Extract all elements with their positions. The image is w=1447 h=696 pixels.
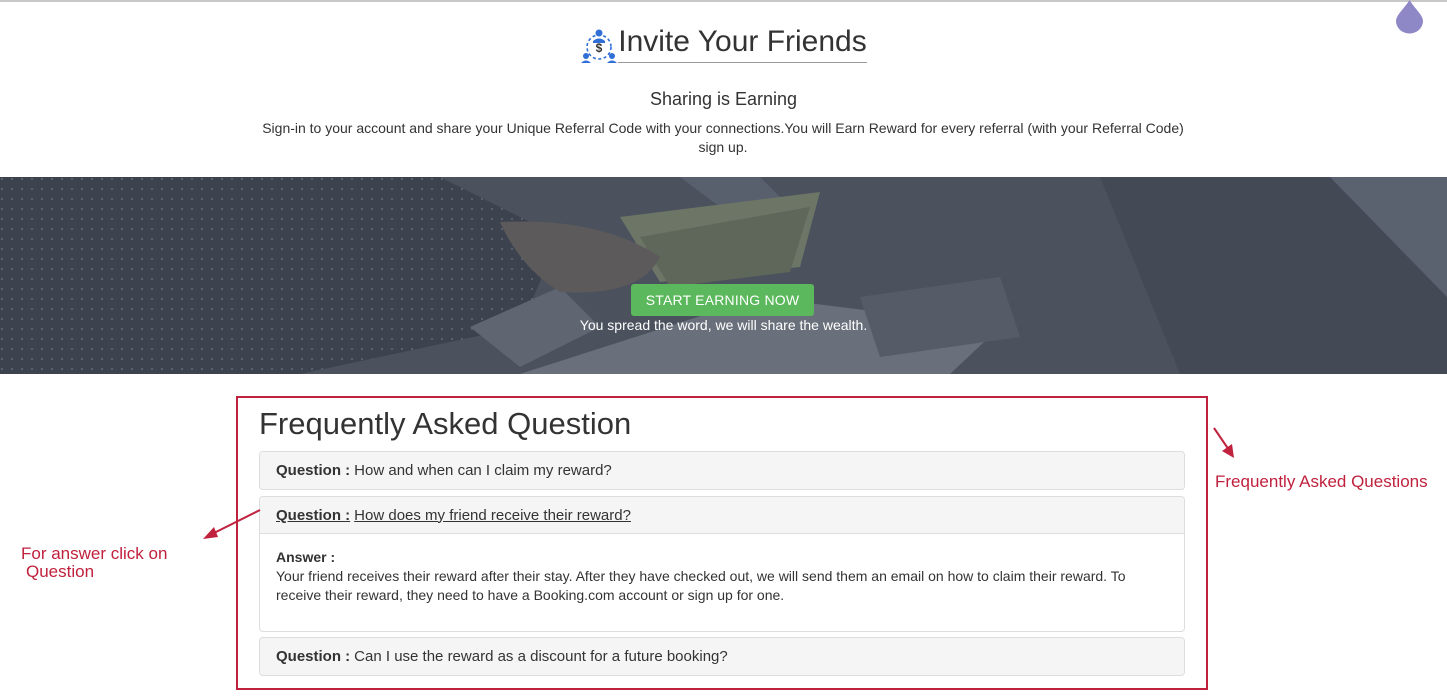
- faq-item[interactable]: Question : How and when can I claim my r…: [259, 451, 1185, 490]
- page-description: Sign-in to your account and share your U…: [262, 120, 1184, 155]
- start-earning-button[interactable]: START EARNING NOW: [631, 284, 814, 316]
- faq-question[interactable]: Question : How does my friend receive th…: [260, 497, 1184, 534]
- faq-item-expanded[interactable]: Question : How does my friend receive th…: [259, 496, 1185, 632]
- annotation-right: Frequently Asked Questions: [1215, 472, 1428, 491]
- svg-text:$: $: [596, 41, 603, 55]
- question-text[interactable]: Can I use the reward as a discount for a…: [354, 648, 728, 665]
- faq-item[interactable]: Question : Can I use the reward as a dis…: [259, 637, 1185, 676]
- answer-text: Your friend receives their reward after …: [276, 568, 1126, 603]
- referral-money-icon: $: [581, 29, 618, 63]
- faq-question[interactable]: Question : How and when can I claim my r…: [260, 452, 1184, 489]
- answer-label: Answer :: [276, 549, 336, 565]
- hero-tagline: You spread the word, we will share the w…: [579, 317, 868, 333]
- question-text[interactable]: How and when can I claim my reward?: [354, 462, 612, 479]
- faq-answer: Answer : Your friend receives their rewa…: [260, 534, 1184, 605]
- hero-background-image: [0, 177, 1447, 374]
- annotation-left-line1: For answer click on: [21, 544, 168, 563]
- faq-title: Frequently Asked Question: [259, 406, 632, 441]
- faq-question[interactable]: Question : Can I use the reward as a dis…: [260, 638, 1184, 675]
- annotation-arrow-icon: [1213, 427, 1234, 458]
- annotation-arrow-icon: [203, 509, 261, 539]
- page-title: Invite Your Friends: [618, 24, 867, 63]
- page-subtitle: Sharing is Earning: [649, 89, 798, 109]
- question-prefix: Question :: [276, 648, 351, 665]
- hero-banner: [0, 177, 1447, 374]
- page-header: $ Invite Your Friends: [0, 24, 1447, 68]
- top-border: [0, 0, 1447, 2]
- question-prefix: Question :: [276, 462, 351, 479]
- question-text[interactable]: How does my friend receive their reward?: [354, 507, 631, 524]
- annotation-left-line2: Question: [26, 562, 95, 581]
- question-prefix: Question :: [276, 506, 351, 524]
